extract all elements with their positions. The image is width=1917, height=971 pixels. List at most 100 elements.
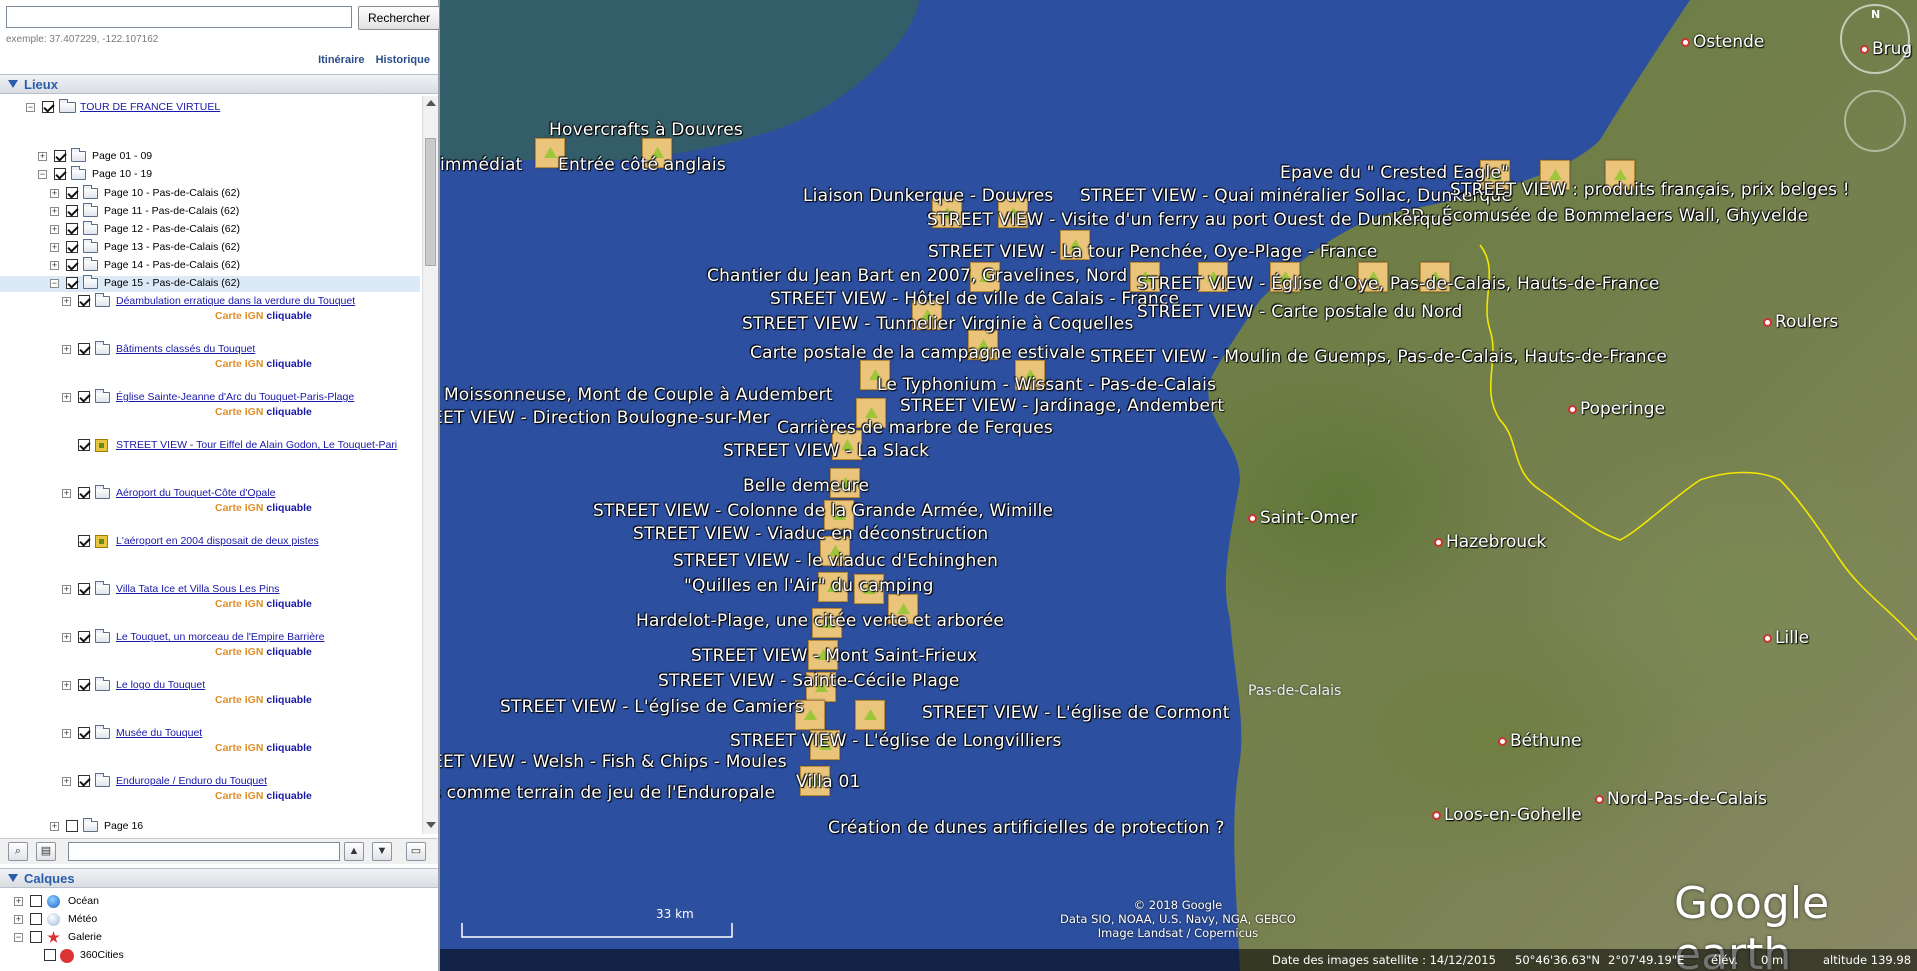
checkbox[interactable] bbox=[66, 820, 78, 832]
checkbox[interactable] bbox=[78, 295, 90, 307]
scroll-thumb[interactable] bbox=[425, 138, 436, 266]
item-label[interactable]: Villa Tata Ice et Villa Sous Les Pins bbox=[116, 582, 279, 597]
placemark-label[interactable]: Belle demeure bbox=[743, 476, 869, 496]
item-label[interactable]: STREET VIEW - Tour Eiffel de Alain Godon… bbox=[116, 438, 397, 453]
expand-icon[interactable]: + bbox=[50, 207, 59, 216]
clickable-label[interactable]: cliquable bbox=[266, 598, 312, 610]
scroll-up-icon[interactable] bbox=[426, 100, 436, 106]
ign-label[interactable]: Carte IGN bbox=[215, 406, 263, 418]
clickable-label[interactable]: cliquable bbox=[266, 310, 312, 322]
tree-item[interactable]: + Musée du Touquet bbox=[0, 725, 422, 742]
placemark-label[interactable]: STREET VIEW - Hôtel de ville de Calais -… bbox=[770, 289, 1179, 309]
ign-label[interactable]: Carte IGN bbox=[215, 742, 263, 754]
tree-item[interactable]: STREET VIEW - Tour Eiffel de Alain Godon… bbox=[0, 438, 422, 454]
item-label[interactable]: L'aéroport en 2004 disposait de deux pis… bbox=[116, 534, 319, 549]
ign-link[interactable]: Carte IGN cliquable bbox=[215, 597, 312, 611]
placemark-label[interactable]: STREET VIEW - Sainte-Cécile Plage bbox=[658, 671, 960, 691]
ign-link[interactable]: Carte IGN cliquable bbox=[215, 789, 312, 803]
move-down-icon[interactable]: ▼ bbox=[372, 842, 392, 861]
checkbox[interactable] bbox=[78, 535, 90, 547]
checkbox[interactable] bbox=[30, 913, 42, 925]
placemark-label[interactable]: Carte postale de la campagne estivale bbox=[750, 343, 1085, 363]
expand-icon[interactable]: + bbox=[62, 297, 71, 306]
expand-icon[interactable]: + bbox=[38, 152, 47, 161]
checkbox[interactable] bbox=[30, 895, 42, 907]
checkbox[interactable] bbox=[78, 391, 90, 403]
placemark-label[interactable]: Hardelot-Plage, une citée verte et arbor… bbox=[636, 611, 1004, 631]
placemark-label[interactable]: Entrée côté anglais bbox=[558, 155, 726, 175]
placemark-label[interactable]: Le Typhonium - Wissant - Pas-de-Calais bbox=[877, 375, 1216, 395]
ign-label[interactable]: Carte IGN bbox=[215, 790, 263, 802]
expand-icon[interactable]: + bbox=[62, 345, 71, 354]
checkbox[interactable] bbox=[66, 241, 78, 253]
item-label[interactable]: Déambulation erratique dans la verdure d… bbox=[116, 294, 355, 309]
scroll-down-icon[interactable] bbox=[426, 822, 436, 828]
expand-icon[interactable]: + bbox=[62, 777, 71, 786]
tree-item[interactable]: + Bâtiments classés du Touquet bbox=[0, 341, 422, 358]
ign-label[interactable]: Carte IGN bbox=[215, 694, 263, 706]
search-input[interactable] bbox=[6, 6, 352, 28]
checkbox[interactable] bbox=[44, 949, 56, 961]
placemark-label[interactable]: STREET VIEW - Colonne de la Grande Armée… bbox=[593, 501, 1053, 521]
clickable-label[interactable]: cliquable bbox=[266, 646, 312, 658]
clickable-label[interactable]: cliquable bbox=[266, 406, 312, 418]
placemark-icon[interactable] bbox=[855, 700, 885, 730]
expand-icon[interactable]: + bbox=[14, 915, 23, 924]
clickable-label[interactable]: cliquable bbox=[266, 790, 312, 802]
ign-label[interactable]: Carte IGN bbox=[215, 502, 263, 514]
expand-icon[interactable]: + bbox=[62, 585, 71, 594]
expand-icon[interactable]: + bbox=[50, 225, 59, 234]
checkbox[interactable] bbox=[42, 101, 54, 113]
placemark-label[interactable]: Hovercrafts à Douvres bbox=[549, 120, 743, 140]
checkbox[interactable] bbox=[66, 205, 78, 217]
tree-item[interactable]: + Le Touquet, un morceau de l'Empire Barr… bbox=[0, 629, 422, 646]
collapse-triangle-icon[interactable] bbox=[8, 874, 18, 882]
placemark-label[interactable]: Carrières de marbre de Ferques bbox=[777, 418, 1053, 438]
checkbox[interactable] bbox=[66, 187, 78, 199]
ign-link[interactable]: Carte IGN cliquable bbox=[215, 741, 312, 755]
ign-label[interactable]: Carte IGN bbox=[215, 358, 263, 370]
checkbox[interactable] bbox=[66, 277, 78, 289]
lieux-header[interactable]: Lieux bbox=[0, 74, 438, 94]
expand-icon[interactable]: + bbox=[62, 489, 71, 498]
ign-link[interactable]: Carte IGN cliquable bbox=[215, 405, 312, 419]
ign-label[interactable]: Carte IGN bbox=[215, 646, 263, 658]
tree-subpage[interactable]: − Page 15 - Pas-de-Calais (62) bbox=[0, 275, 420, 292]
filter-input[interactable] bbox=[68, 842, 340, 861]
placemark-label[interactable]: EET VIEW - Direction Boulogne-sur-Mer bbox=[440, 408, 770, 428]
clickable-label[interactable]: cliquable bbox=[266, 742, 312, 754]
calques-header[interactable]: Calques bbox=[0, 868, 438, 888]
ign-link[interactable]: Carte IGN cliquable bbox=[215, 645, 312, 659]
checkbox[interactable] bbox=[54, 150, 66, 162]
placemark-label[interactable]: 3D - Écomusée de Bommelaers Wall, Ghyvel… bbox=[1400, 206, 1808, 226]
checkbox[interactable] bbox=[78, 343, 90, 355]
placemark-label[interactable]: STREET VIEW - Quai minéralier Sollac, Du… bbox=[1080, 186, 1512, 206]
collapse-triangle-icon[interactable] bbox=[8, 80, 18, 88]
placemark-label[interactable]: Création de dunes artificielles de prote… bbox=[828, 818, 1225, 838]
tree-item[interactable]: + Déambulation erratique dans la verdure … bbox=[0, 293, 422, 310]
compass[interactable]: N bbox=[1840, 4, 1910, 74]
placemark-label[interactable]: STREET VIEW - L'église de Longvilliers bbox=[730, 731, 1062, 751]
ign-link[interactable]: Carte IGN cliquable bbox=[215, 693, 312, 707]
checkbox[interactable] bbox=[30, 931, 42, 943]
placemark-label[interactable]: STREET VIEW - Viaduc en déconstruction bbox=[633, 524, 988, 544]
placemark-label[interactable]: "Quilles en l'Air" du camping bbox=[684, 576, 934, 596]
collapse-icon[interactable]: − bbox=[14, 933, 23, 942]
map-view[interactable]: Hovercrafts à Douvres immédiat Entrée côté… bbox=[440, 0, 1917, 971]
itineraire-link[interactable]: Itinéraire bbox=[318, 54, 364, 66]
placemark-label[interactable]: STREET VIEW - L'église de Cormont bbox=[922, 703, 1230, 723]
expand-icon[interactable]: + bbox=[62, 681, 71, 690]
expand-icon[interactable]: + bbox=[50, 261, 59, 270]
lieux-scrollbar[interactable] bbox=[422, 96, 438, 834]
ign-label[interactable]: Carte IGN bbox=[215, 310, 263, 322]
placemark-label[interactable]: STREET VIEW - Jardinage, Andembert bbox=[900, 396, 1224, 416]
expand-icon[interactable]: + bbox=[14, 897, 23, 906]
checkbox[interactable] bbox=[78, 775, 90, 787]
item-label[interactable]: Aéroport du Touquet-Côte d'Opale bbox=[116, 486, 275, 501]
collapse-icon[interactable]: − bbox=[50, 279, 59, 288]
checkbox[interactable] bbox=[78, 583, 90, 595]
ign-link[interactable]: Carte IGN cliquable bbox=[215, 357, 312, 371]
placemark-label[interactable]: STREET VIEW - L'église de Camiers bbox=[500, 697, 804, 717]
placemark-label[interactable]: s comme terrain de jeu de l'Enduropale bbox=[440, 783, 775, 803]
expand-icon[interactable]: + bbox=[50, 822, 59, 831]
